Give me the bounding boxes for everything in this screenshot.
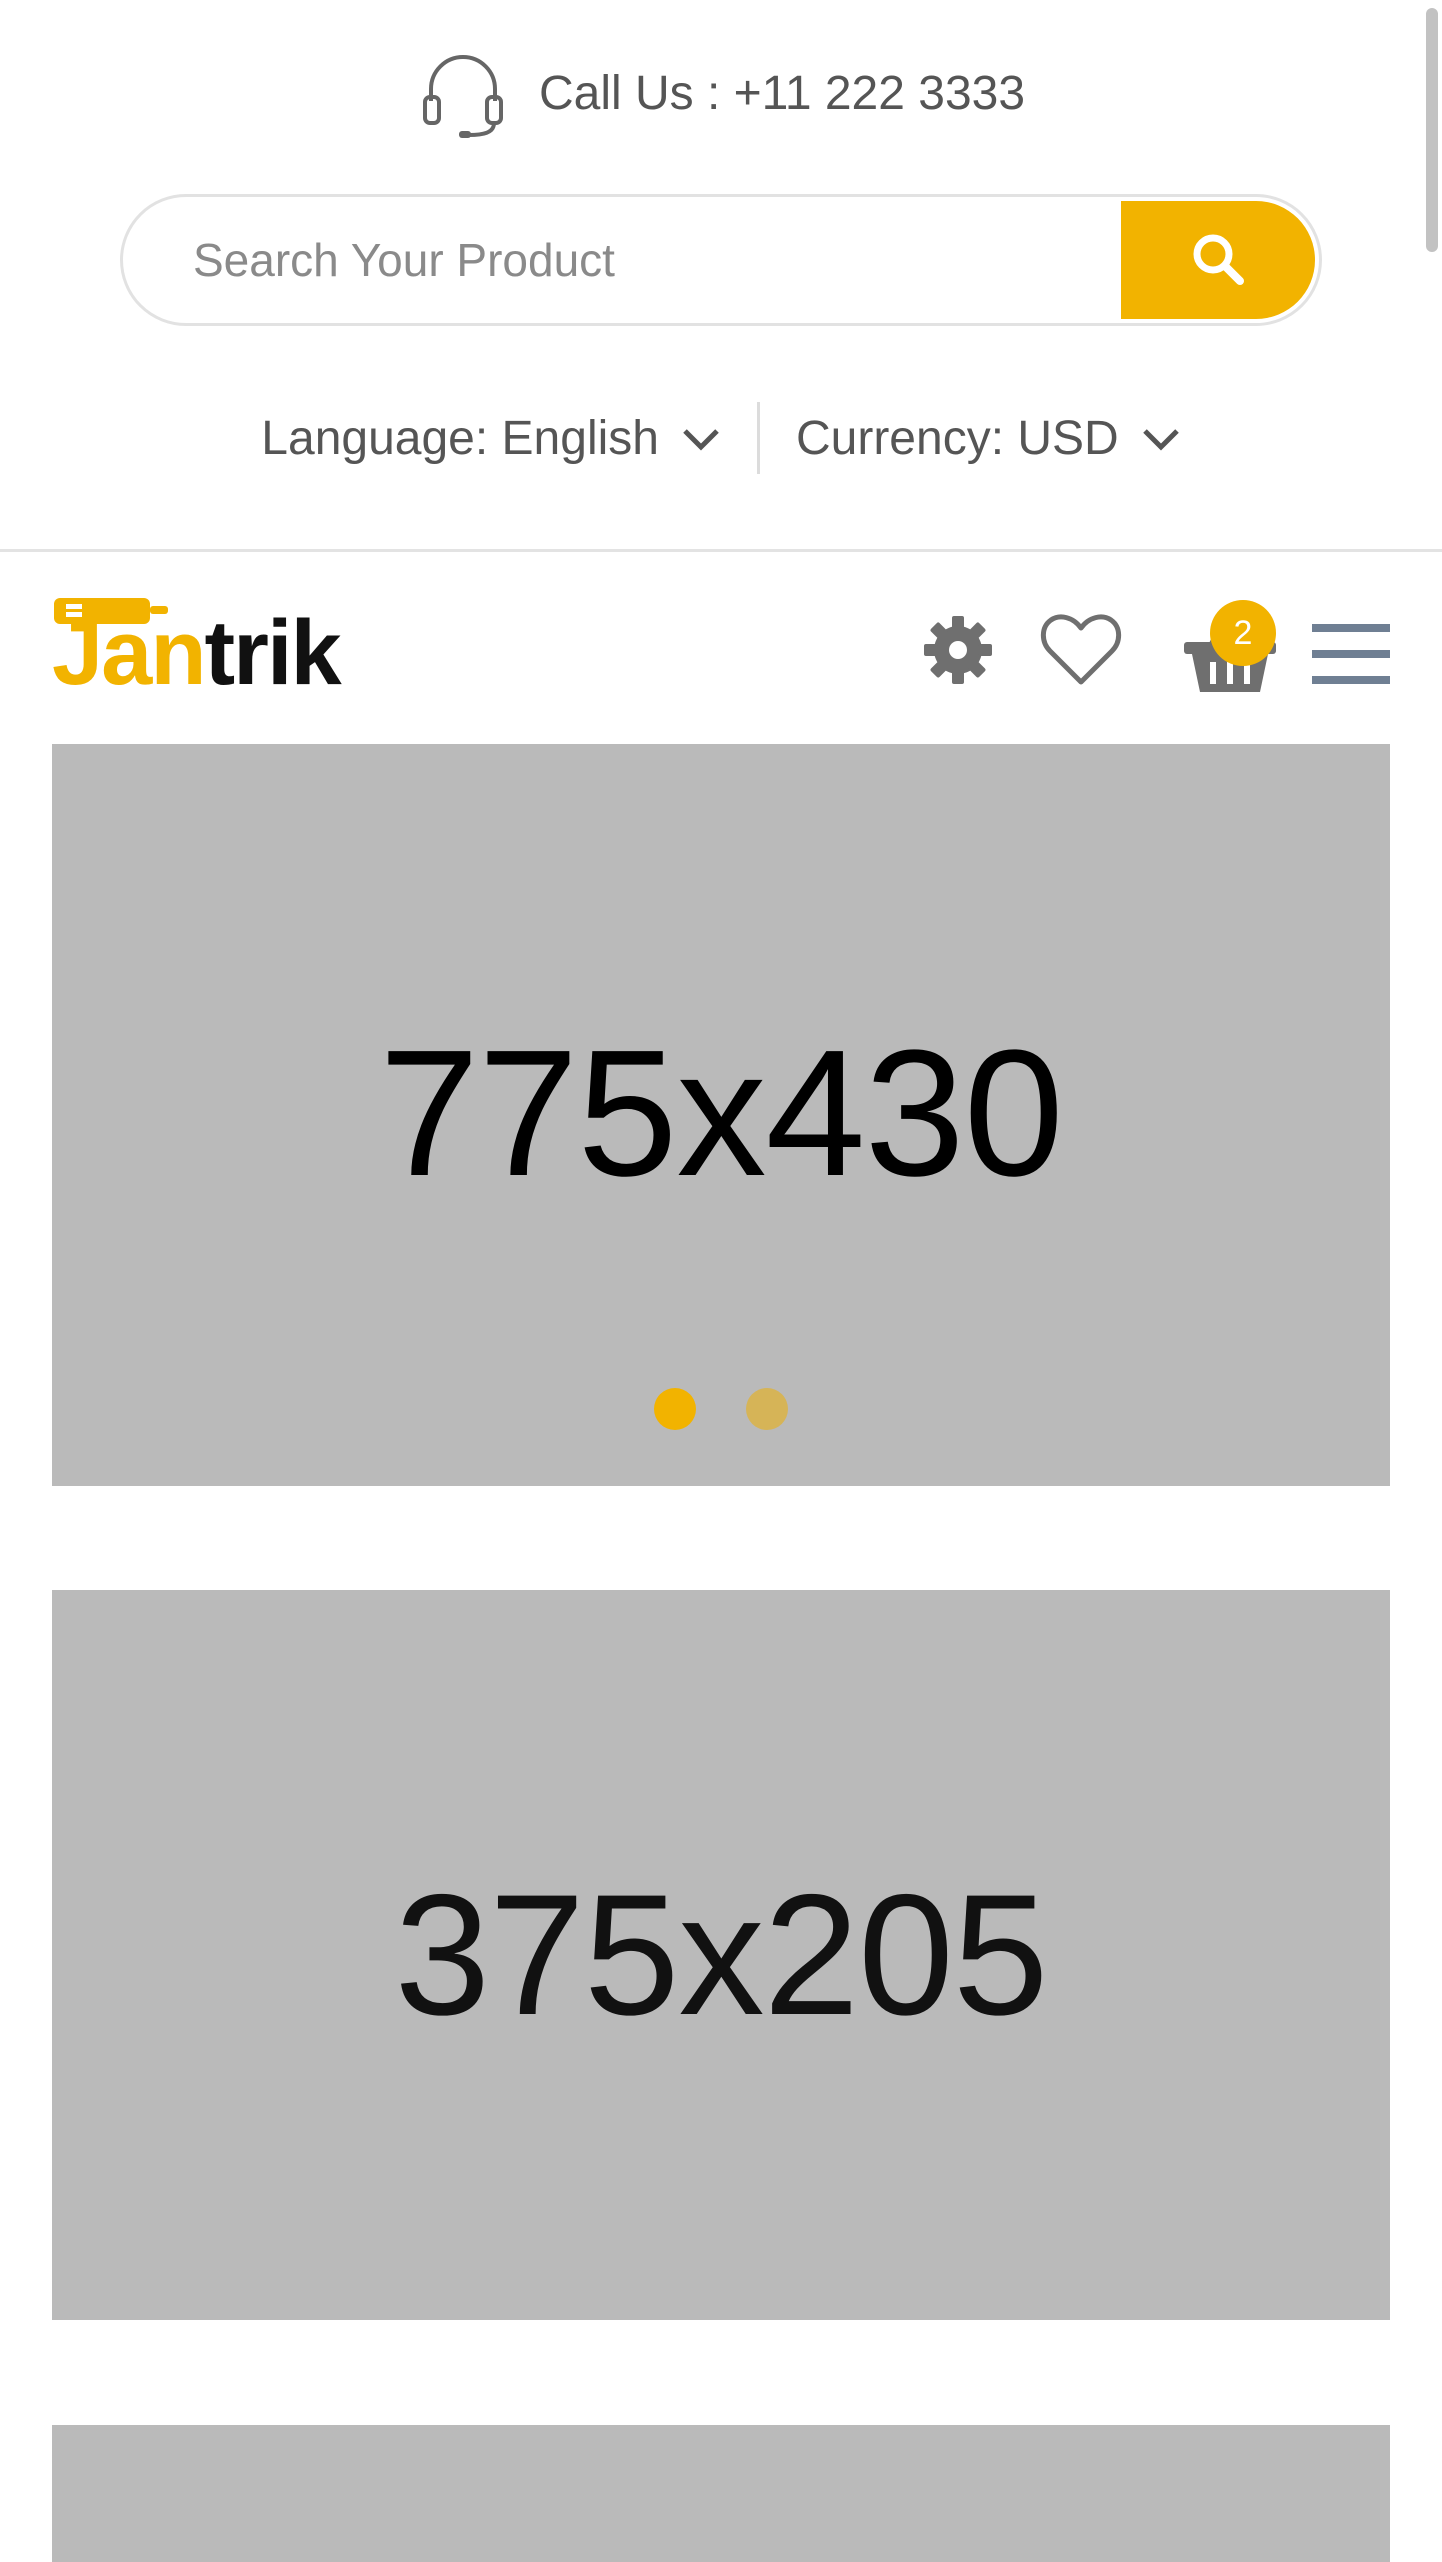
language-selector[interactable]: Language: English <box>261 411 721 466</box>
settings-button[interactable] <box>920 612 996 688</box>
banner-placeholder-label: 375x205 <box>394 1859 1049 2051</box>
selector-divider <box>756 402 760 474</box>
logo-an: an <box>101 602 206 704</box>
logo-trik: trik <box>204 602 342 704</box>
language-label: Language: English <box>261 411 659 465</box>
menu-button[interactable] <box>1312 622 1390 686</box>
currency-label: Currency: USD <box>795 411 1119 465</box>
slider-dot[interactable] <box>654 1388 696 1430</box>
header-actions: 2 <box>900 600 1400 700</box>
call-us-row: Call Us : +11 222 3333 <box>0 48 1442 138</box>
promo-banner[interactable]: 375x205 <box>52 1590 1390 2320</box>
logo-j: J <box>52 602 103 704</box>
promo-banner[interactable] <box>52 2425 1390 2562</box>
wishlist-button[interactable] <box>1040 612 1122 688</box>
gear-icon <box>920 616 996 692</box>
logo[interactable]: Jantrik <box>52 594 442 704</box>
search-button[interactable] <box>1121 201 1315 319</box>
chevron-down-icon <box>681 423 721 453</box>
page: Call Us : +11 222 3333 Language: English… <box>0 0 1442 2562</box>
search-bar <box>120 194 1322 326</box>
search-icon <box>1188 229 1248 292</box>
cart-count-badge: 2 <box>1210 600 1276 666</box>
hero-slider[interactable]: 775x430 <box>52 744 1390 1486</box>
menu-icon <box>1312 624 1390 690</box>
banner-placeholder-label: 775x430 <box>379 1012 1064 1214</box>
slider-dots <box>52 1388 1390 1430</box>
cart-icon <box>1182 613 1278 700</box>
heart-icon <box>1040 614 1122 692</box>
chevron-down-icon <box>1141 423 1181 453</box>
header-divider <box>0 549 1442 552</box>
language-currency-row: Language: English Currency: USD <box>0 400 1442 476</box>
slider-dot[interactable] <box>746 1388 788 1430</box>
search-input[interactable] <box>123 197 1121 323</box>
call-us-text[interactable]: Call Us : +11 222 3333 <box>539 66 1025 121</box>
currency-selector[interactable]: Currency: USD <box>796 411 1181 466</box>
headset-icon <box>417 47 509 139</box>
